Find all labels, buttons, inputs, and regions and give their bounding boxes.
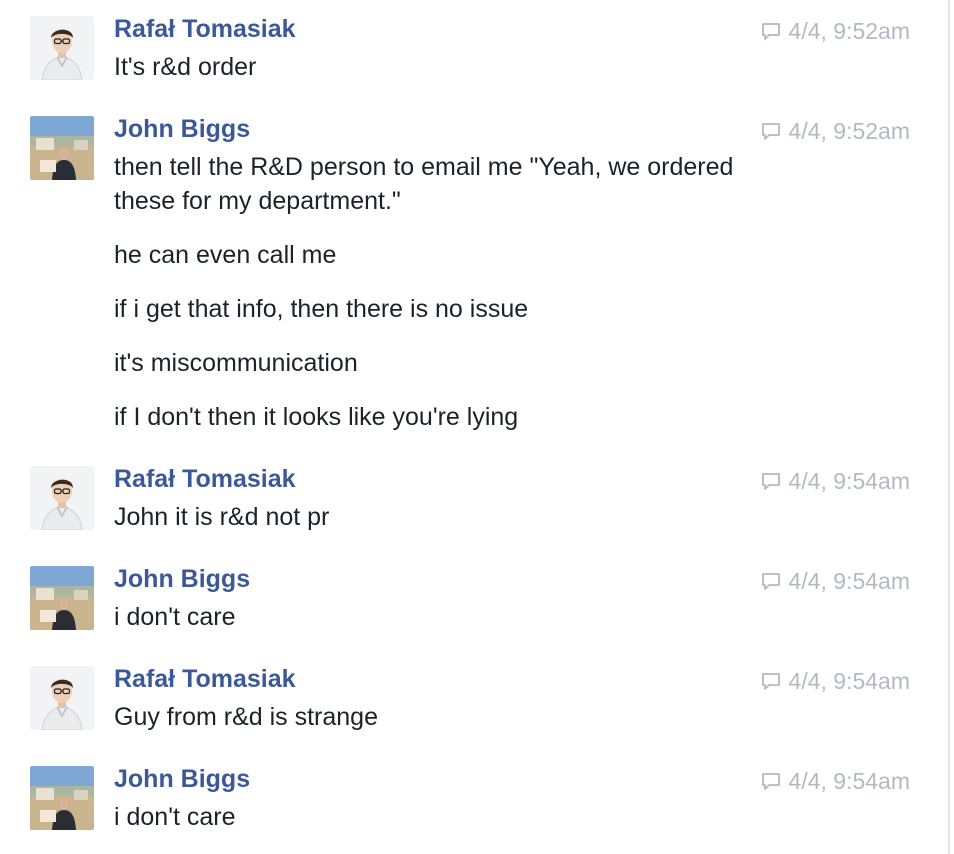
- comment-bubble-icon: [761, 773, 780, 790]
- avatar[interactable]: [30, 766, 94, 830]
- message-thread: Rafał Tomasiak 4/4, 9:52am It's r&d orde…: [0, 0, 948, 854]
- message-author[interactable]: Rafał Tomasiak: [114, 664, 296, 694]
- message-group: John Biggs 4/4, 9:52am then tell the R&D…: [0, 114, 948, 444]
- message-text: i don't care: [114, 803, 236, 831]
- message-timestamp: 4/4, 9:54am: [761, 767, 910, 795]
- message-group: John Biggs 4/4, 9:54am i don't care: [0, 564, 948, 654]
- message-group: Rafał Tomasiak 4/4, 9:54am John it is r&…: [0, 464, 948, 554]
- message-text: i don't care: [114, 603, 236, 631]
- timestamp-text: 4/4, 9:54am: [788, 768, 910, 794]
- message-author[interactable]: John Biggs: [114, 564, 250, 594]
- message-text: then tell the R&D person to email me "Ye…: [114, 153, 734, 181]
- panel-divider: [948, 0, 950, 854]
- timestamp-text: 4/4, 9:54am: [788, 568, 910, 594]
- message-text: these for my department.": [114, 187, 401, 215]
- comment-bubble-icon: [761, 673, 780, 690]
- message-group: Rafał Tomasiak 4/4, 9:54am Guy from r&d …: [0, 664, 948, 754]
- message-text: he can even call me: [114, 241, 337, 269]
- timestamp-text: 4/4, 9:52am: [788, 18, 910, 44]
- comment-bubble-icon: [761, 123, 780, 140]
- comment-bubble-icon: [761, 473, 780, 490]
- message-author[interactable]: John Biggs: [114, 114, 250, 144]
- message-author[interactable]: John Biggs: [114, 764, 250, 794]
- message-text: if I don't then it looks like you're lyi…: [114, 403, 519, 431]
- timestamp-text: 4/4, 9:54am: [788, 468, 910, 494]
- message-group: John Biggs 4/4, 9:54am i don't care: [0, 764, 948, 854]
- message-group: Rafał Tomasiak 4/4, 9:52am It's r&d orde…: [0, 14, 948, 104]
- message-timestamp: 4/4, 9:54am: [761, 667, 910, 695]
- message-text: John it is r&d not pr: [114, 503, 330, 531]
- comment-bubble-icon: [761, 573, 780, 590]
- message-timestamp: 4/4, 9:54am: [761, 567, 910, 595]
- avatar[interactable]: [30, 666, 94, 730]
- comment-bubble-icon: [761, 23, 780, 40]
- message-text: It's r&d order: [114, 53, 257, 81]
- avatar[interactable]: [30, 566, 94, 630]
- message-timestamp: 4/4, 9:54am: [761, 467, 910, 495]
- timestamp-text: 4/4, 9:54am: [788, 668, 910, 694]
- message-author[interactable]: Rafał Tomasiak: [114, 14, 296, 44]
- message-text: if i get that info, then there is no iss…: [114, 295, 529, 323]
- message-timestamp: 4/4, 9:52am: [761, 117, 910, 145]
- message-timestamp: 4/4, 9:52am: [761, 17, 910, 45]
- avatar[interactable]: [30, 466, 94, 530]
- avatar[interactable]: [30, 116, 94, 180]
- message-text: Guy from r&d is strange: [114, 703, 378, 731]
- timestamp-text: 4/4, 9:52am: [788, 118, 910, 144]
- message-text: it's miscommunication: [114, 349, 358, 377]
- avatar[interactable]: [30, 16, 94, 80]
- message-author[interactable]: Rafał Tomasiak: [114, 464, 296, 494]
